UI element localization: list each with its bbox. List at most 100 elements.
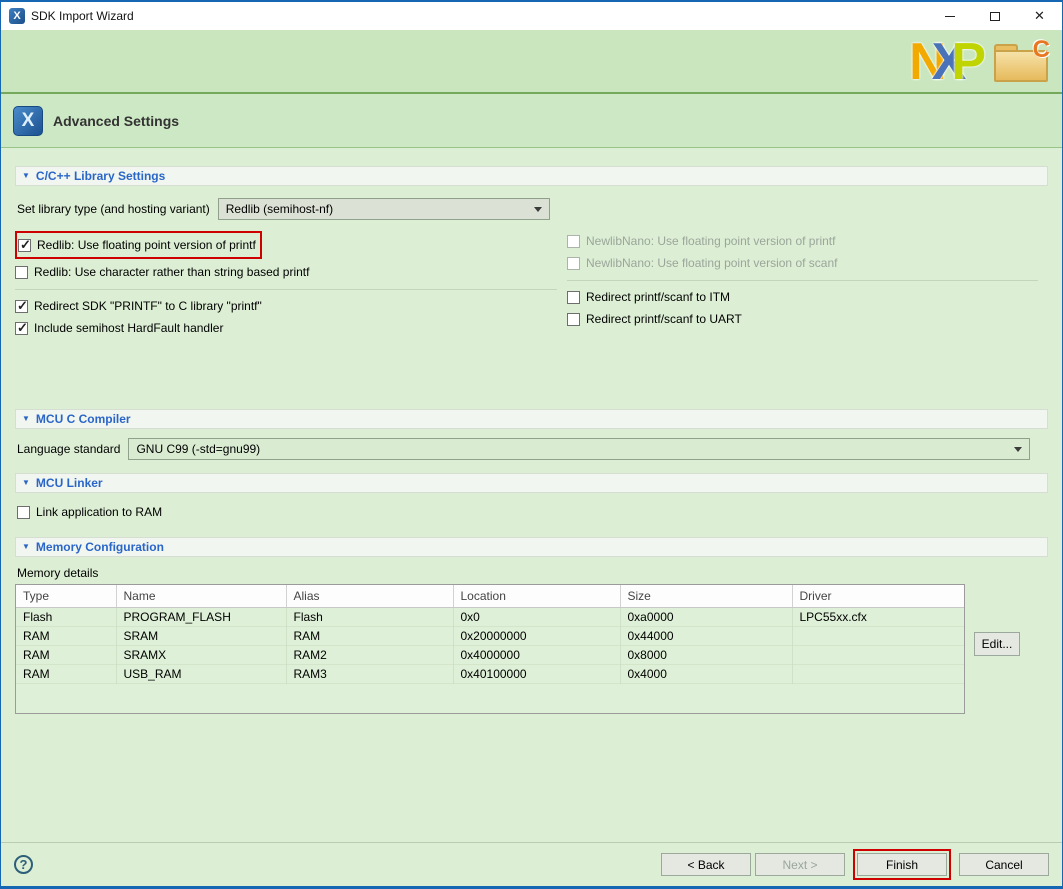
cancel-button[interactable]: Cancel — [959, 853, 1049, 876]
checkbox-box[interactable] — [567, 291, 580, 304]
table-row[interactable]: FlashPROGRAM_FLASHFlash0x00xa0000LPC55xx… — [16, 607, 965, 626]
footer-buttons: < Back Next > Finish Cancel — [661, 849, 1049, 880]
library-type-select[interactable]: Redlib (semihost-nf) — [218, 198, 550, 220]
checkbox-column-left: Redlib: Use floating point version of pr… — [15, 230, 567, 339]
table-cell: SRAMX — [116, 645, 286, 664]
table-cell: Flash — [286, 607, 453, 626]
c-folder-icon: C — [992, 38, 1050, 86]
nxp-logo: N X P C — [909, 36, 1050, 88]
close-button[interactable] — [1017, 2, 1062, 30]
titlebar: X SDK Import Wizard — [1, 0, 1062, 30]
checkbox-box[interactable] — [15, 300, 28, 313]
table-cell: 0x4000 — [620, 664, 792, 683]
checkbox-label: Link application to RAM — [36, 505, 162, 519]
memory-table: TypeNameAliasLocationSizeDriver FlashPRO… — [15, 584, 965, 714]
checkbox-redlib-use-floating-point-version-of-print[interactable]: Redlib: Use floating point version of pr… — [18, 234, 256, 256]
memory-details-label: Memory details — [17, 566, 1048, 580]
checkbox-box[interactable] — [15, 266, 28, 279]
table-row[interactable]: RAMUSB_RAMRAM30x401000000x4000 — [16, 664, 965, 683]
separator — [567, 280, 1038, 281]
table-cell: 0x20000000 — [453, 626, 620, 645]
checkbox-box — [567, 235, 580, 248]
nxp-letter-p: P — [951, 36, 986, 88]
checkbox-box[interactable] — [567, 313, 580, 326]
checkbox-newlibnano-use-floating-point-version-of-s: NewlibNano: Use floating point version o… — [567, 252, 1048, 274]
chevron-down-icon — [534, 207, 542, 212]
question-mark-icon: ? — [20, 857, 28, 872]
section-title: Memory Configuration — [36, 540, 164, 554]
mcuxpresso-x-icon: X — [13, 106, 43, 136]
wizard-banner: N X P C — [1, 30, 1062, 94]
table-cell: RAM3 — [286, 664, 453, 683]
checkbox-box[interactable] — [18, 239, 31, 252]
language-standard-row: Language standard GNU C99 (-std=gnu99) — [17, 438, 1048, 460]
checkbox-link-application-to-ram[interactable]: Link application to RAM — [17, 501, 1048, 523]
table-cell: RAM — [16, 645, 116, 664]
section-memory-header[interactable]: Memory Configuration — [15, 537, 1048, 557]
table-cell: 0x0 — [453, 607, 620, 626]
minimize-button[interactable] — [927, 2, 972, 30]
combo-value: Redlib (semihost-nf) — [226, 202, 333, 216]
section-title: MCU C Compiler — [36, 412, 131, 426]
table-cell — [792, 664, 965, 683]
table-cell: RAM — [16, 664, 116, 683]
maximize-button[interactable] — [972, 2, 1017, 30]
back-button[interactable]: < Back — [661, 853, 751, 876]
memory-area: TypeNameAliasLocationSizeDriver FlashPRO… — [15, 584, 1048, 714]
column-header-alias: Alias — [286, 585, 453, 607]
wizard-content: C/C++ Library Settings Set library type … — [1, 166, 1062, 714]
checkbox-redirect-printf-scanf-to-itm[interactable]: Redirect printf/scanf to ITM — [567, 286, 1048, 308]
checkbox-box[interactable] — [15, 322, 28, 335]
checkbox-box — [567, 257, 580, 270]
next-button: Next > — [755, 853, 845, 876]
section-library-header[interactable]: C/C++ Library Settings — [15, 166, 1048, 186]
table-cell: 0x4000000 — [453, 645, 620, 664]
table-cell: 0x44000 — [620, 626, 792, 645]
table-cell: 0xa0000 — [620, 607, 792, 626]
checkbox-label: Redlib: Use character rather than string… — [34, 265, 309, 279]
checkbox-redirect-sdk-printf-to-c-library-printf[interactable]: Redirect SDK "PRINTF" to C library "prin… — [15, 295, 567, 317]
checkbox-newlibnano-use-floating-point-version-of-p: NewlibNano: Use floating point version o… — [567, 230, 1048, 252]
table-cell: RAM — [286, 626, 453, 645]
table-cell: SRAM — [116, 626, 286, 645]
checkbox-redirect-printf-scanf-to-uart[interactable]: Redirect printf/scanf to UART — [567, 308, 1048, 330]
table-row[interactable]: RAMSRAMRAM0x200000000x44000 — [16, 626, 965, 645]
wizard-footer: ? < Back Next > Finish Cancel — [1, 842, 1062, 886]
collapse-triangle-icon — [22, 543, 30, 551]
column-header-size: Size — [620, 585, 792, 607]
table-cell: LPC55xx.cfx — [792, 607, 965, 626]
separator — [15, 289, 557, 290]
table-row[interactable]: RAMSRAMXRAM20x40000000x8000 — [16, 645, 965, 664]
edit-button[interactable]: Edit... — [974, 632, 1020, 656]
table-cell: 0x8000 — [620, 645, 792, 664]
window-controls — [927, 2, 1062, 30]
table-cell: USB_RAM — [116, 664, 286, 683]
collapse-triangle-icon — [22, 479, 30, 487]
checkbox-label: NewlibNano: Use floating point version o… — [586, 234, 835, 248]
table-cell: RAM — [16, 626, 116, 645]
language-standard-label: Language standard — [17, 442, 120, 456]
checkbox-include-semihost-hardfault-handler[interactable]: Include semihost HardFault handler — [15, 317, 567, 339]
checkbox-label: Redirect printf/scanf to ITM — [586, 290, 730, 304]
column-header-location: Location — [453, 585, 620, 607]
checkbox-label: Redlib: Use floating point version of pr… — [37, 238, 256, 252]
column-header-name: Name — [116, 585, 286, 607]
finish-button[interactable]: Finish — [857, 853, 947, 876]
help-button[interactable]: ? — [14, 855, 33, 874]
table-header-row: TypeNameAliasLocationSizeDriver — [16, 585, 965, 607]
language-standard-select[interactable]: GNU C99 (-std=gnu99) — [128, 438, 1030, 460]
section-compiler-header[interactable]: MCU C Compiler — [15, 409, 1048, 429]
chevron-down-icon — [1014, 447, 1022, 452]
checkbox-redlib-use-character-rather-than-string-ba[interactable]: Redlib: Use character rather than string… — [15, 261, 567, 283]
column-header-type: Type — [16, 585, 116, 607]
library-type-label: Set library type (and hosting variant) — [17, 202, 210, 216]
collapse-triangle-icon — [22, 172, 30, 180]
checkbox-box[interactable] — [17, 506, 30, 519]
collapse-triangle-icon — [22, 415, 30, 423]
minimize-icon — [945, 16, 955, 17]
section-title: C/C++ Library Settings — [36, 169, 165, 183]
table-cell: 0x40100000 — [453, 664, 620, 683]
library-checkbox-grid: Redlib: Use floating point version of pr… — [15, 230, 1048, 339]
table-cell: PROGRAM_FLASH — [116, 607, 286, 626]
section-linker-header[interactable]: MCU Linker — [15, 473, 1048, 493]
